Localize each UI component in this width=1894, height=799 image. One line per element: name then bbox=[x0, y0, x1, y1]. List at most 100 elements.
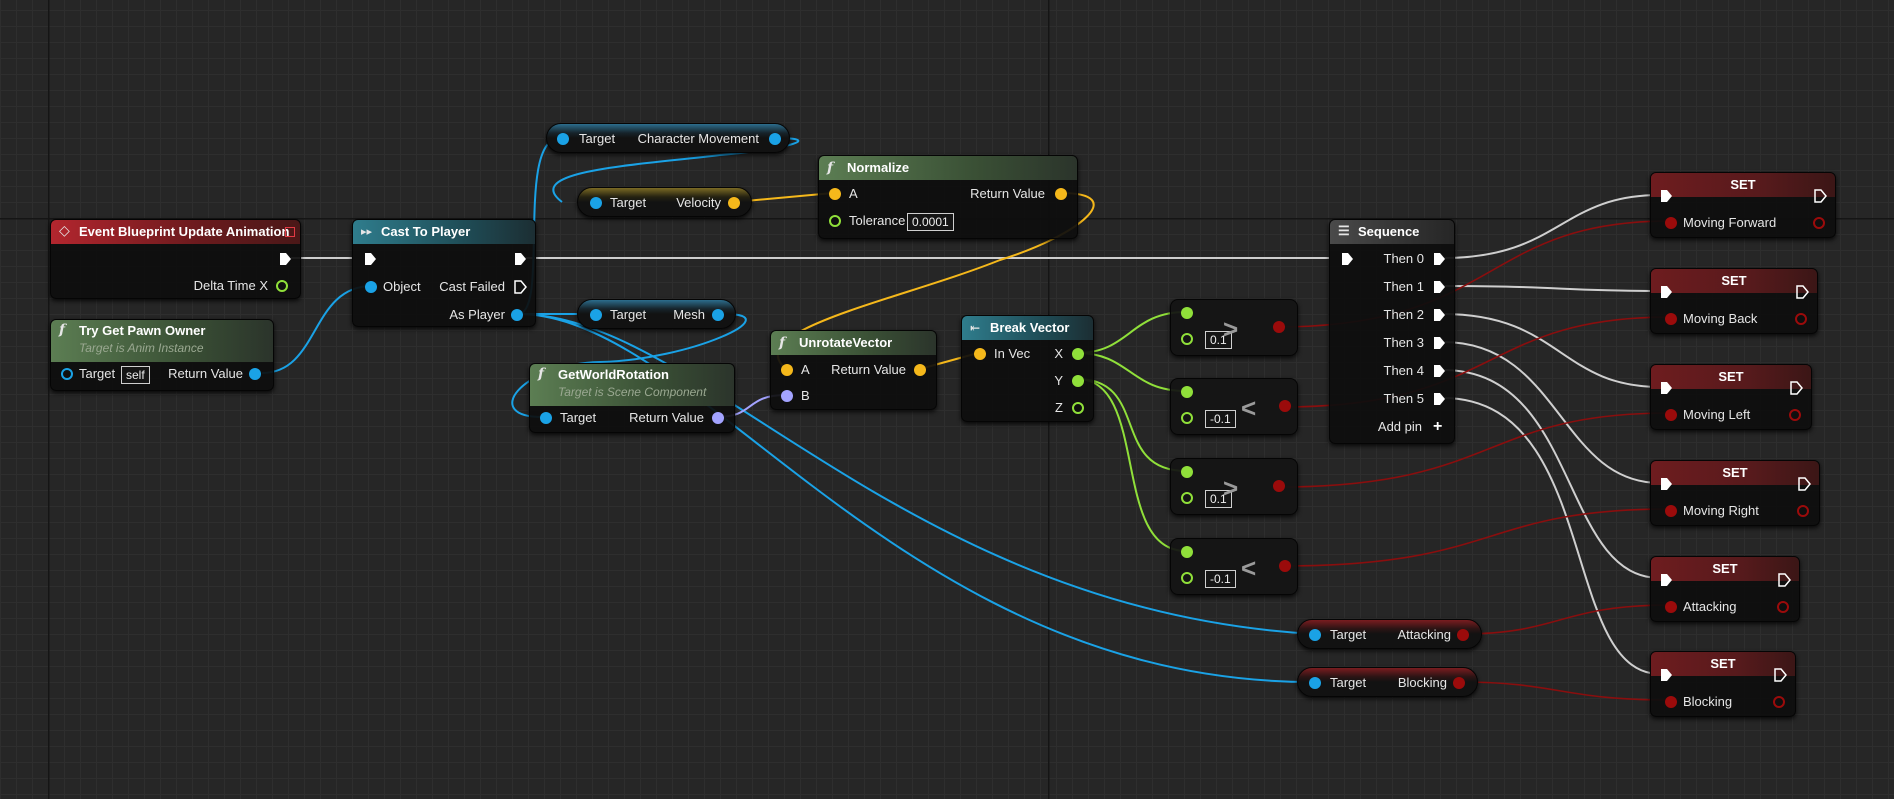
get-velocity-node[interactable]: Target Velocity bbox=[577, 187, 752, 217]
compare-in-a-pin[interactable] bbox=[1181, 307, 1193, 319]
set-out-pin[interactable] bbox=[1795, 313, 1807, 325]
mesh-out-pin[interactable] bbox=[712, 309, 724, 321]
compare-node-1[interactable]: 0.1 > bbox=[1170, 299, 1298, 356]
tolerance-pin[interactable] bbox=[829, 215, 841, 227]
add-pin-plus-icon[interactable]: + bbox=[1433, 419, 1442, 435]
char-move-out-pin[interactable] bbox=[769, 133, 781, 145]
set-header[interactable]: SET bbox=[1651, 173, 1835, 197]
compare-in-b-pin[interactable] bbox=[1181, 412, 1193, 424]
set-out-pin[interactable] bbox=[1777, 601, 1789, 613]
set-exec-out-pin[interactable] bbox=[1813, 189, 1827, 203]
then-1-pin[interactable] bbox=[1432, 280, 1446, 294]
set-exec-in-pin[interactable] bbox=[1659, 285, 1673, 299]
get-world-rotation-header[interactable]: f GetWorldRotation Target is Scene Compo… bbox=[530, 364, 734, 406]
get-character-movement-node[interactable]: Target Character Movement bbox=[546, 123, 790, 153]
try-get-pawn-header[interactable]: f Try Get Pawn Owner Target is Anim Inst… bbox=[51, 320, 273, 362]
cast-failed-exec-pin[interactable] bbox=[513, 280, 527, 294]
set-moving-right-node[interactable]: SET Moving Right bbox=[1650, 460, 1820, 526]
unrotate-b-pin[interactable] bbox=[781, 390, 793, 402]
set-moving-back-node[interactable]: SET Moving Back bbox=[1650, 268, 1818, 334]
set-out-pin[interactable] bbox=[1797, 505, 1809, 517]
attacking-out-pin[interactable] bbox=[1457, 629, 1469, 641]
unrotate-return-pin[interactable] bbox=[914, 364, 926, 376]
set-exec-in-pin[interactable] bbox=[1659, 477, 1673, 491]
set-exec-out-pin[interactable] bbox=[1789, 381, 1803, 395]
set-header[interactable]: SET bbox=[1651, 269, 1817, 293]
as-player-pin[interactable] bbox=[511, 309, 523, 321]
velocity-target-pin[interactable] bbox=[590, 197, 602, 209]
blocking-target-pin[interactable] bbox=[1309, 677, 1321, 689]
set-exec-in-pin[interactable] bbox=[1659, 381, 1673, 395]
normalize-header[interactable]: f Normalize bbox=[819, 156, 1077, 180]
in-vec-pin[interactable] bbox=[974, 348, 986, 360]
compare-node-2[interactable]: -0.1 < bbox=[1170, 378, 1298, 435]
break-vector-header[interactable]: ⇤ Break Vector bbox=[962, 316, 1093, 340]
compare-out-pin[interactable] bbox=[1279, 400, 1291, 412]
cast-object-pin[interactable] bbox=[365, 281, 377, 293]
set-value-pin[interactable] bbox=[1665, 217, 1677, 229]
compare-value-field[interactable]: -0.1 bbox=[1205, 570, 1236, 588]
set-header[interactable]: SET bbox=[1651, 461, 1819, 485]
cast-to-player-node[interactable]: ▸▸ Cast To Player Object Cast Failed As … bbox=[352, 219, 536, 327]
unrotate-header[interactable]: f UnrotateVector bbox=[771, 331, 936, 355]
set-value-pin[interactable] bbox=[1665, 601, 1677, 613]
mesh-target-pin[interactable] bbox=[590, 309, 602, 321]
compare-out-pin[interactable] bbox=[1273, 321, 1285, 333]
set-exec-out-pin[interactable] bbox=[1777, 573, 1791, 587]
set-blocking-node[interactable]: SET Blocking bbox=[1650, 651, 1796, 717]
break-vector-node[interactable]: ⇤ Break Vector In Vec X Y Z bbox=[961, 315, 1094, 422]
then-5-pin[interactable] bbox=[1432, 392, 1446, 406]
cast-exec-out-pin[interactable] bbox=[513, 252, 527, 266]
normalize-a-pin[interactable] bbox=[829, 188, 841, 200]
then-4-pin[interactable] bbox=[1432, 364, 1446, 378]
set-exec-out-pin[interactable] bbox=[1773, 668, 1787, 682]
velocity-out-pin[interactable] bbox=[728, 197, 740, 209]
cast-header[interactable]: ▸▸ Cast To Player bbox=[353, 220, 535, 244]
then-3-pin[interactable] bbox=[1432, 336, 1446, 350]
sequence-node[interactable]: ☰ Sequence Then 0 Then 1 Then 2 Then 3 T… bbox=[1329, 219, 1455, 444]
y-pin[interactable] bbox=[1072, 375, 1084, 387]
sequence-exec-in-pin[interactable] bbox=[1340, 252, 1354, 266]
event-update-header[interactable]: ◇ Event Blueprint Update Animation bbox=[51, 220, 300, 244]
compare-in-b-pin[interactable] bbox=[1181, 492, 1193, 504]
compare-in-a-pin[interactable] bbox=[1181, 546, 1193, 558]
get-blocking-node[interactable]: Target Blocking bbox=[1297, 667, 1478, 697]
unrotate-vector-node[interactable]: f UnrotateVector A Return Value B bbox=[770, 330, 937, 410]
x-pin[interactable] bbox=[1072, 348, 1084, 360]
set-value-pin[interactable] bbox=[1665, 505, 1677, 517]
event-update-node[interactable]: ◇ Event Blueprint Update Animation Delta… bbox=[50, 219, 301, 299]
try-get-target-pin[interactable] bbox=[61, 368, 73, 380]
unrotate-a-pin[interactable] bbox=[781, 364, 793, 376]
compare-node-3[interactable]: 0.1 > bbox=[1170, 458, 1298, 515]
compare-out-pin[interactable] bbox=[1279, 560, 1291, 572]
delta-time-pin[interactable] bbox=[276, 280, 288, 292]
set-exec-out-pin[interactable] bbox=[1795, 285, 1809, 299]
set-exec-out-pin[interactable] bbox=[1797, 477, 1811, 491]
set-out-pin[interactable] bbox=[1773, 696, 1785, 708]
set-value-pin[interactable] bbox=[1665, 313, 1677, 325]
self-field[interactable]: self bbox=[121, 366, 150, 384]
normalize-return-pin[interactable] bbox=[1055, 188, 1067, 200]
then-0-pin[interactable] bbox=[1432, 252, 1446, 266]
then-2-pin[interactable] bbox=[1432, 308, 1446, 322]
get-mesh-node[interactable]: Target Mesh bbox=[577, 299, 736, 329]
set-exec-in-pin[interactable] bbox=[1659, 573, 1673, 587]
set-moving-left-node[interactable]: SET Moving Left bbox=[1650, 364, 1812, 430]
compare-node-4[interactable]: -0.1 < bbox=[1170, 538, 1298, 595]
gwr-return-pin[interactable] bbox=[712, 412, 724, 424]
set-attacking-node[interactable]: SET Attacking bbox=[1650, 556, 1800, 622]
compare-in-b-pin[interactable] bbox=[1181, 572, 1193, 584]
set-header[interactable]: SET bbox=[1651, 365, 1811, 389]
set-exec-in-pin[interactable] bbox=[1659, 668, 1673, 682]
get-attacking-node[interactable]: Target Attacking bbox=[1297, 619, 1482, 649]
try-get-pawn-owner-node[interactable]: f Try Get Pawn Owner Target is Anim Inst… bbox=[50, 319, 274, 391]
sequence-header[interactable]: ☰ Sequence bbox=[1330, 220, 1454, 244]
set-out-pin[interactable] bbox=[1813, 217, 1825, 229]
set-value-pin[interactable] bbox=[1665, 696, 1677, 708]
get-world-rotation-node[interactable]: f GetWorldRotation Target is Scene Compo… bbox=[529, 363, 735, 433]
set-moving-forward-node[interactable]: SET Moving Forward bbox=[1650, 172, 1836, 238]
z-pin[interactable] bbox=[1072, 402, 1084, 414]
cast-exec-in-pin[interactable] bbox=[363, 252, 377, 266]
gwr-target-pin[interactable] bbox=[540, 412, 552, 424]
set-exec-in-pin[interactable] bbox=[1659, 189, 1673, 203]
